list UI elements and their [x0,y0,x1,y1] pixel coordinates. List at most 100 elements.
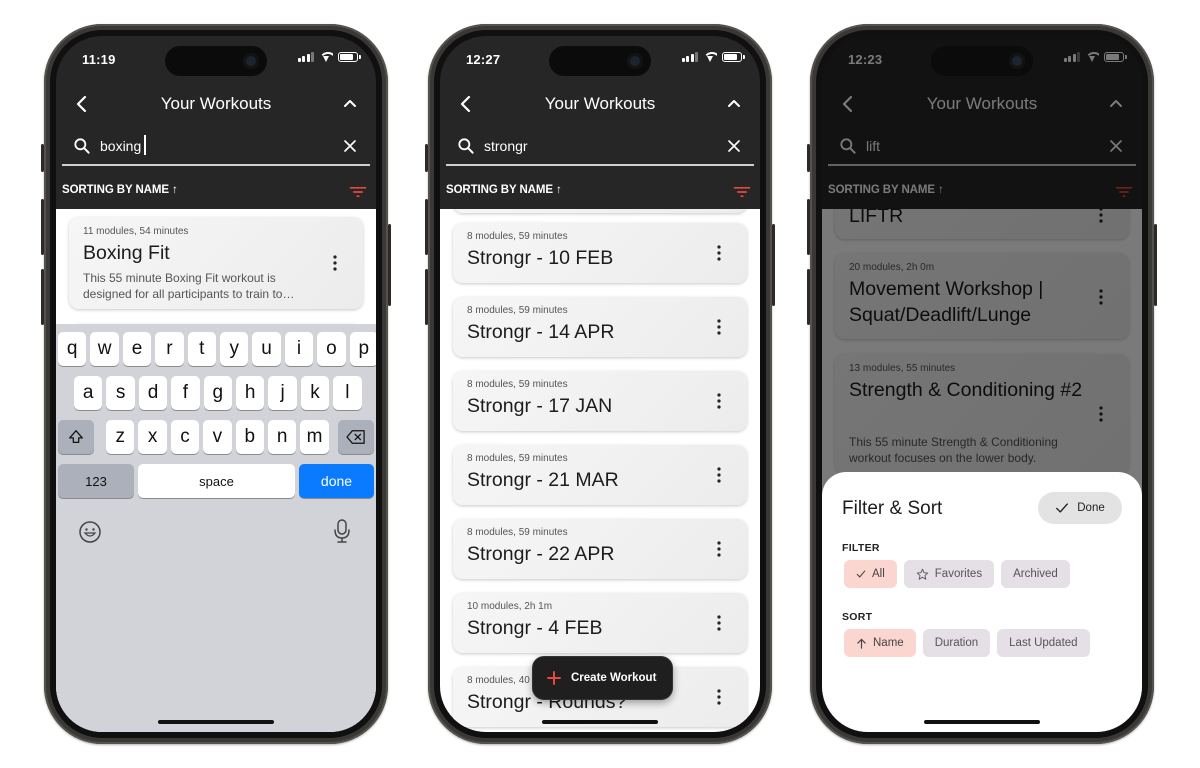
key-o[interactable]: o [317,332,346,366]
search-input[interactable] [100,135,320,157]
check-icon [856,570,866,578]
chip-label: All [872,568,885,580]
filter-sort-sheet: Filter & Sort Done FILTER All Favorites … [822,472,1142,732]
done-button[interactable]: Done [1038,492,1122,524]
filter-chip-all[interactable]: All [844,560,897,588]
card-meta: 10 modules, 2h 1m [467,601,553,612]
workout-card[interactable]: 10 modules, 2h 1m Strongr - 4 FEB [453,593,747,653]
card-title: Strongr - 17 JAN [467,395,613,417]
sort-label: SORTING BY NAME ↑ [62,184,178,196]
filter-sort-icon[interactable] [348,182,368,202]
card-title: Strongr - 21 MAR [467,469,619,491]
key-g[interactable]: g [203,376,232,410]
key-u[interactable]: u [252,332,281,366]
sort-heading: SORT [842,611,873,623]
microphone-icon[interactable] [332,518,352,544]
key-e[interactable]: e [122,332,152,366]
card-title: Strongr - 14 APR [467,321,615,343]
done-label: Done [1077,502,1105,514]
numbers-key[interactable]: 123 [58,464,134,498]
arrow-up-icon [857,638,866,649]
search-icon [458,138,474,154]
key-p[interactable]: p [349,332,376,366]
key-l[interactable]: l [333,376,362,410]
volume-up-button [425,199,428,255]
wifi-icon [703,52,717,62]
more-options-icon[interactable] [709,465,729,485]
plus-icon [547,671,561,685]
dynamic-island [931,46,1033,76]
key-r[interactable]: r [155,332,184,366]
create-workout-button[interactable]: Create Workout [532,656,674,700]
filter-chip-archived[interactable]: Archived [1001,560,1070,588]
key-k[interactable]: k [300,376,330,410]
card-title: Strongr - 10 FEB [467,247,614,269]
more-options-icon[interactable] [325,253,345,273]
battery-icon [338,52,361,62]
key-s[interactable]: s [106,376,135,410]
filter-sort-icon[interactable] [732,182,752,202]
workout-card[interactable]: 8 modules, 59 minutes Strongr - 21 MAR [453,445,747,505]
clear-search-icon[interactable] [724,136,744,156]
power-button [1154,224,1157,306]
more-options-icon[interactable] [709,539,729,559]
more-options-icon[interactable] [709,317,729,337]
volume-up-button [807,199,810,255]
sort-chip-last-updated[interactable]: Last Updated [997,629,1090,657]
key-j[interactable]: j [268,376,297,410]
workout-card[interactable]: 8 modules, 59 minutes Strongr - 17 JAN [453,371,747,431]
card-meta: 11 modules, 54 minutes [83,226,189,237]
key-a[interactable]: a [74,376,103,410]
key-m[interactable]: m [300,420,329,454]
key-w[interactable]: w [90,332,119,366]
emoji-icon[interactable] [78,520,102,544]
sort-chip-duration[interactable]: Duration [922,629,991,657]
search-input[interactable] [484,135,704,157]
card-description: This 55 minute Boxing Fit workout is des… [83,271,295,301]
key-f[interactable]: f [171,376,200,410]
workout-card[interactable]: 8 modules, 59 minutes Strongr - 22 APR [453,519,747,579]
workout-card-partial[interactable] [453,209,747,213]
home-indicator [924,720,1040,724]
key-i[interactable]: i [284,332,314,366]
key-y[interactable]: y [220,332,249,366]
workout-card[interactable]: 8 modules, 59 minutes Strongr - 10 FEB [453,223,747,283]
delete-key[interactable] [338,420,374,454]
done-key[interactable]: done [299,464,374,498]
phone-frame-search-keyboard: 11:19 Your Workouts SORTING BY NAME ↑ [41,24,391,744]
phone-frame-filter-sort: 12:23 Your Workouts SORTING BY NAME ↑ LI… [807,24,1157,744]
workout-card[interactable]: 8 modules, 59 minutes Strongr - 14 APR [453,297,747,357]
key-c[interactable]: c [170,420,200,454]
key-b[interactable]: b [235,420,264,454]
key-h[interactable]: h [236,376,265,410]
sort-chip-name[interactable]: Name [844,629,916,657]
key-x[interactable]: x [138,420,167,454]
chevron-up-icon[interactable] [338,92,362,116]
more-options-icon[interactable] [709,687,729,707]
chevron-up-icon[interactable] [722,92,746,116]
phone-frame-search-results: 12:27 Your Workouts SORTING BY NAME ↑ 8 … [425,24,775,744]
card-meta: 8 modules, 59 minutes [467,527,568,538]
space-key[interactable]: space [138,464,295,498]
mute-switch [807,144,810,172]
more-options-icon[interactable] [709,243,729,263]
key-t[interactable]: t [187,332,216,366]
key-q[interactable]: q [58,332,87,366]
filter-chip-favorites[interactable]: Favorites [903,560,995,588]
star-icon [916,568,929,580]
shift-key[interactable] [58,420,94,454]
status-time: 11:19 [82,52,116,67]
text-cursor [144,135,146,155]
home-indicator [542,720,658,724]
more-options-icon[interactable] [709,613,729,633]
key-d[interactable]: d [138,376,168,410]
chip-label: Archived [1013,568,1058,580]
filter-heading: FILTER [842,542,880,554]
key-z[interactable]: z [106,420,135,454]
home-indicator [158,720,274,724]
workout-card[interactable]: 11 modules, 54 minutes Boxing Fit This 5… [69,217,363,309]
more-options-icon[interactable] [709,391,729,411]
key-n[interactable]: n [268,420,297,454]
key-v[interactable]: v [203,420,232,454]
clear-search-icon[interactable] [340,136,360,156]
